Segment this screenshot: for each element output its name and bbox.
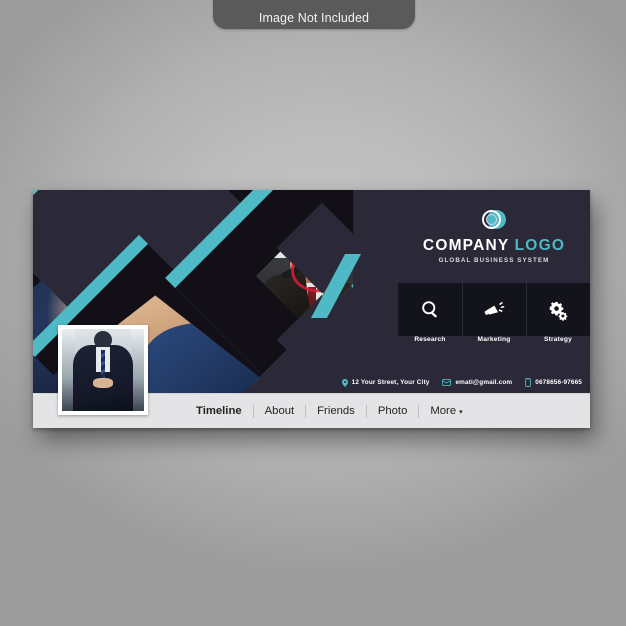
watermark-label: Image Not Included — [258, 11, 370, 25]
nav-item-friends[interactable]: Friends — [306, 405, 366, 417]
location-pin-icon — [341, 378, 348, 387]
contact-address-text: 12 Your Street, Your City — [351, 379, 430, 386]
nav-item-about[interactable]: About — [254, 405, 306, 417]
screenshot-stage: Image Not Included COMPANY LOGO GLOBAL B… — [0, 0, 626, 626]
service-label-research: Research — [414, 336, 446, 343]
logo-wordmark: COMPANY LOGO — [398, 238, 590, 254]
nav-item-more[interactable]: More ▾ — [419, 404, 473, 417]
service-label-marketing: Marketing — [477, 336, 511, 343]
services-icon-panel — [398, 283, 590, 336]
nav-item-timeline[interactable]: Timeline — [185, 405, 253, 417]
service-strategy[interactable] — [526, 283, 590, 336]
photo-profile-businessman — [62, 329, 144, 411]
nav-item-more-label: More — [430, 404, 457, 417]
logo-word-company: COMPANY — [422, 237, 510, 254]
profile-photo-frame[interactable] — [58, 325, 148, 415]
logo-word-logo: LOGO — [514, 237, 566, 254]
envelope-icon — [442, 379, 452, 386]
service-marketing[interactable] — [462, 283, 526, 336]
profile-head — [93, 330, 112, 349]
contact-email[interactable]: emati@gmail.com — [442, 379, 512, 386]
profile-hands — [93, 378, 113, 389]
contact-bar: 12 Your Street, Your City emati@gmail.co… — [341, 378, 582, 387]
overlapping-circles-logo-icon — [481, 208, 507, 234]
profile-bg-right — [130, 329, 144, 411]
nav-item-photo[interactable]: Photo — [367, 405, 419, 417]
logo-circle-ring-inner — [486, 214, 497, 225]
phone-icon — [525, 378, 532, 387]
image-not-included-badge: Image Not Included — [213, 0, 415, 29]
contact-email-text: emati@gmail.com — [455, 379, 513, 386]
services-labels: Research Marketing Strategy — [398, 336, 590, 352]
service-research[interactable] — [398, 283, 462, 336]
company-logo: COMPANY LOGO GLOBAL BUSINESS SYSTEM — [398, 208, 590, 264]
magnifier-icon — [421, 301, 437, 318]
gears-icon — [549, 301, 568, 321]
contact-phone-text: 0678656-97665 — [535, 379, 582, 386]
logo-tagline: GLOBAL BUSINESS SYSTEM — [438, 256, 550, 264]
service-label-strategy: Strategy — [544, 336, 572, 343]
navbar-items: Timeline About Friends Photo More ▾ — [185, 394, 474, 428]
contact-address[interactable]: 12 Your Street, Your City — [341, 378, 430, 387]
chevron-down-icon: ▾ — [459, 408, 463, 416]
contact-phone[interactable]: 0678656-97665 — [525, 378, 582, 387]
megaphone-icon — [484, 301, 505, 315]
